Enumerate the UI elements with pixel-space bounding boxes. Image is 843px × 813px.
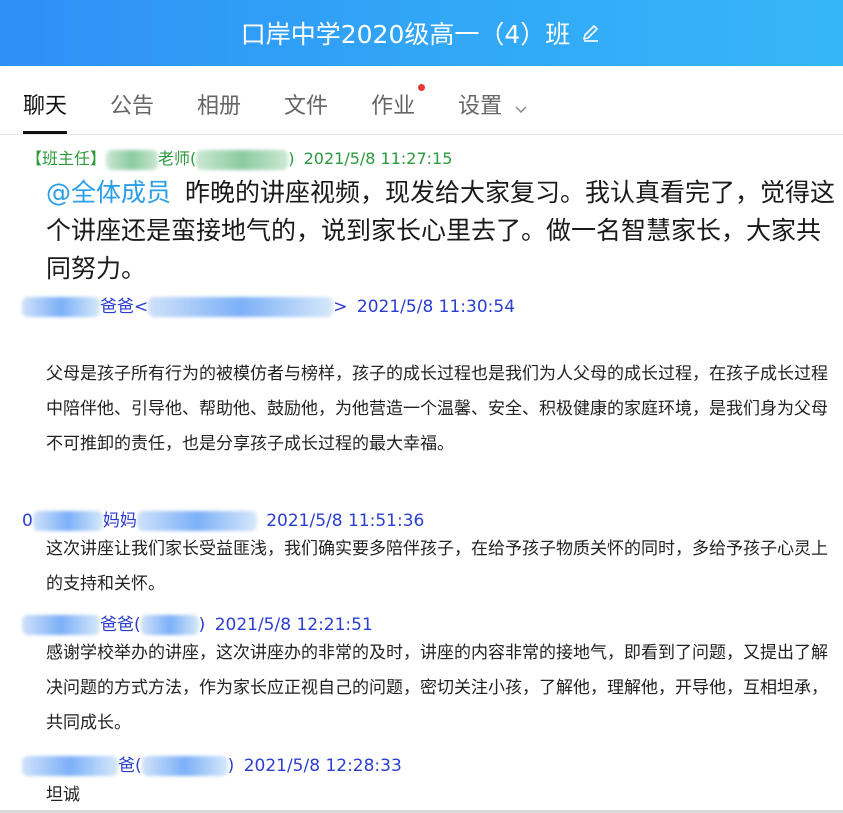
sender-role: 【班主任】 (26, 149, 107, 168)
message-sender[interactable]: 爸爸< > 2021/5/8 11:30:54 (22, 292, 515, 317)
redacted-id (136, 511, 257, 531)
tab-announcement-label: 公告 (110, 94, 155, 119)
message-sender[interactable]: 【班主任】 老师() 2021/5/8 11:27:15 (26, 145, 452, 170)
message-timestamp: 2021/5/8 12:21:51 (214, 615, 373, 635)
notification-dot (418, 84, 426, 91)
sender-name-suffix: 妈妈 (102, 511, 137, 531)
sender-close: ) (288, 149, 295, 168)
sender-name-suffix: 爸( (118, 756, 142, 776)
message-sender[interactable]: 爸爸() 2021/5/8 12:21:51 (22, 610, 373, 635)
redacted-name (22, 297, 100, 317)
tab-homework[interactable]: 作业 (371, 84, 426, 134)
message-text: 父母是孩子所有行为的被模仿者与榜样，孩子的成长过程也是我们为人父母的成长过程，在… (46, 364, 828, 454)
tab-announcement[interactable]: 公告 (110, 88, 154, 134)
sender-name-suffix: 老师( (158, 149, 197, 168)
sender-name-suffix: 爸爸< (100, 297, 149, 317)
tab-bar: 聊天 公告 相册 文件 作业 设置 (0, 84, 843, 134)
tab-files[interactable]: 文件 (284, 88, 328, 134)
redacted-name (22, 756, 118, 776)
redacted-name (22, 615, 100, 635)
redacted-id (141, 756, 228, 776)
sender-prefix: 0 (22, 511, 33, 531)
tab-album-label: 相册 (197, 94, 242, 119)
mention-all[interactable]: @全体成员 (46, 178, 171, 207)
tab-files-label: 文件 (284, 94, 329, 119)
message-sender[interactable]: 0 妈妈 2021/5/8 11:51:36 (22, 506, 424, 531)
sender-close: > (333, 297, 348, 317)
message-sender[interactable]: 爸() 2021/5/8 12:28:33 (22, 751, 402, 776)
message-timestamp: 2021/5/8 11:27:15 (303, 149, 453, 168)
message-text: 坦诚 (46, 785, 80, 805)
message-timestamp: 2021/5/8 11:30:54 (356, 297, 516, 317)
redacted-name (32, 511, 103, 531)
sender-name-suffix: 爸爸( (100, 615, 141, 635)
message-text: 感谢学校举办的讲座，这次讲座办的非常的及时，讲座的内容非常的接地气，即看到了问题… (46, 643, 828, 733)
tab-album[interactable]: 相册 (197, 88, 241, 134)
redacted-id (140, 615, 199, 635)
sender-close: ) (198, 615, 206, 635)
chevron-down-icon (515, 95, 527, 120)
tab-homework-label: 作业 (371, 94, 416, 119)
group-title-bar: 口岸中学2020级高一（4）班 (0, 0, 843, 66)
tab-settings-label: 设置 (458, 94, 503, 119)
pencil-icon[interactable] (580, 22, 602, 44)
message-timestamp: 2021/5/8 11:51:36 (266, 511, 425, 531)
redacted-id (148, 297, 334, 317)
message-timestamp: 2021/5/8 12:28:33 (243, 756, 402, 776)
sender-close: ) (227, 756, 235, 776)
tab-divider (0, 134, 843, 135)
redacted-id (196, 149, 289, 170)
tab-chat-label: 聊天 (23, 94, 68, 119)
tab-chat[interactable]: 聊天 (23, 88, 68, 134)
redacted-name (106, 149, 159, 170)
group-title: 口岸中学2020级高一（4）班 (240, 20, 571, 49)
message-text: @全体成员 昨晚的讲座视频，现发给大家复习。我认真看完了，觉得这个讲座还是蛮接地气… (46, 174, 836, 288)
message-text: 这次讲座让我们家长受益匪浅，我们确实要多陪伴孩子，在给予孩子物质关怀的同时，多给… (46, 539, 828, 594)
tab-settings[interactable]: 设置 (458, 88, 527, 134)
